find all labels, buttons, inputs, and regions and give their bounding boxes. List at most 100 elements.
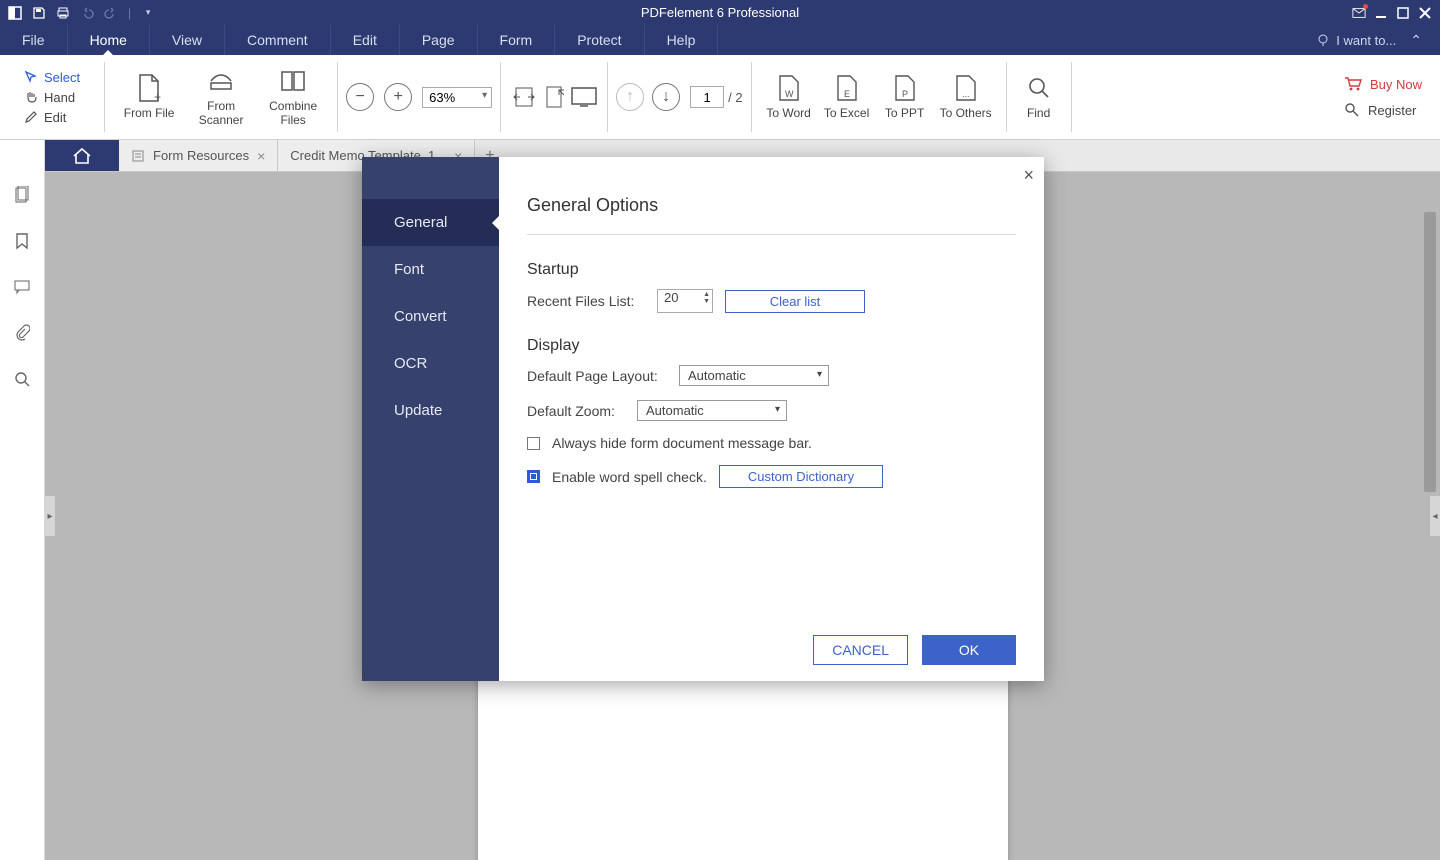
others-icon: ...	[951, 73, 981, 103]
fit-page-icon[interactable]	[539, 82, 569, 112]
qat-more-icon[interactable]: ▾	[141, 6, 155, 20]
file-plus-icon: +	[134, 73, 164, 103]
to-word-button[interactable]: W To Word	[760, 73, 818, 121]
spellcheck-checkbox[interactable]	[527, 470, 540, 483]
close-icon[interactable]	[1418, 6, 1432, 20]
svg-text:...: ...	[962, 89, 970, 99]
excel-icon: E	[832, 73, 862, 103]
sidebar-item-general[interactable]: General	[362, 199, 499, 246]
buy-now-button[interactable]: Buy Now	[1344, 76, 1422, 92]
register-button[interactable]: Register	[1344, 102, 1416, 118]
zoom-select[interactable]: 63%	[422, 87, 492, 108]
default-zoom-label: Default Zoom:	[527, 403, 625, 419]
zoom-value: 63%	[429, 90, 455, 105]
custom-dictionary-button[interactable]: Custom Dictionary	[719, 465, 883, 488]
svg-text:E: E	[844, 89, 850, 99]
fit-width-icon[interactable]	[509, 82, 539, 112]
save-icon[interactable]	[32, 6, 46, 20]
lightbulb-icon	[1316, 33, 1330, 47]
spinner-icon[interactable]: ▲▼	[703, 291, 710, 305]
undo-icon[interactable]	[80, 6, 94, 20]
to-others-label: To Others	[940, 107, 992, 121]
register-label: Register	[1368, 103, 1416, 118]
from-file-label: From File	[124, 107, 175, 121]
next-page-button[interactable]: ↓	[652, 83, 680, 111]
menu-protect[interactable]: Protect	[555, 25, 644, 55]
find-label: Find	[1027, 107, 1050, 121]
find-button[interactable]: Find	[1015, 73, 1063, 121]
bookmark-icon[interactable]	[12, 231, 32, 251]
clear-list-button[interactable]: Clear list	[725, 290, 865, 313]
titlebar-divider: |	[128, 6, 131, 20]
hide-msgbar-checkbox[interactable]	[527, 437, 540, 450]
tab-form-resources[interactable]: Form Resources ×	[119, 140, 278, 171]
menu-view[interactable]: View	[150, 25, 225, 55]
to-excel-button[interactable]: E To Excel	[818, 73, 876, 121]
menu-form[interactable]: Form	[478, 25, 556, 55]
page-number-input[interactable]	[690, 86, 724, 108]
menu-file[interactable]: File	[0, 25, 68, 55]
combine-files-button[interactable]: Combine Files	[257, 66, 329, 128]
maximize-icon[interactable]	[1396, 6, 1410, 20]
hand-label: Hand	[44, 90, 75, 105]
sidebar-item-convert[interactable]: Convert	[362, 293, 499, 340]
menu-page[interactable]: Page	[400, 25, 478, 55]
sidebar-item-update[interactable]: Update	[362, 387, 499, 434]
ok-button[interactable]: OK	[922, 635, 1016, 665]
mail-icon[interactable]	[1352, 6, 1366, 20]
from-scanner-button[interactable]: From Scanner	[185, 66, 257, 128]
redo-icon[interactable]	[104, 6, 118, 20]
from-file-button[interactable]: + From File	[113, 73, 185, 121]
home-tab[interactable]	[45, 140, 119, 171]
zoom-out-button[interactable]: −	[346, 83, 374, 111]
dialog-close-icon[interactable]: ×	[1023, 165, 1034, 186]
sidebar-item-ocr[interactable]: OCR	[362, 340, 499, 387]
print-icon[interactable]	[56, 6, 70, 20]
i-want-to[interactable]: I want to...	[1316, 33, 1396, 48]
collapse-ribbon-icon[interactable]: ⌃	[1410, 32, 1422, 49]
zoom-in-button[interactable]: +	[384, 83, 412, 111]
ribbon-sep	[500, 62, 501, 132]
to-word-label: To Word	[766, 107, 810, 121]
scrollbar-thumb[interactable]	[1424, 212, 1436, 492]
edit-label: Edit	[44, 110, 66, 125]
form-tab-icon	[131, 149, 145, 163]
close-tab-icon[interactable]: ×	[257, 148, 265, 164]
tab-form-resources-label: Form Resources	[153, 148, 249, 163]
select-tool[interactable]: Select	[24, 70, 80, 85]
recent-files-input[interactable]: 20 ▲▼	[657, 289, 713, 313]
search-panel-icon[interactable]	[12, 369, 32, 389]
cancel-button[interactable]: CANCEL	[813, 635, 908, 665]
left-nav-panel	[0, 140, 45, 860]
to-ppt-label: To PPT	[885, 107, 924, 121]
expand-left-handle[interactable]: ▸	[45, 496, 55, 536]
menu-edit[interactable]: Edit	[331, 25, 400, 55]
edit-tool[interactable]: Edit	[24, 110, 80, 125]
page-layout-select[interactable]: Automatic	[679, 365, 829, 386]
buy-now-label: Buy Now	[1370, 77, 1422, 92]
minimize-icon[interactable]	[1374, 6, 1388, 20]
expand-right-handle[interactable]: ◂	[1430, 496, 1440, 536]
startup-heading: Startup	[527, 261, 1016, 279]
default-zoom-select[interactable]: Automatic	[637, 400, 787, 421]
menu-home[interactable]: Home	[68, 25, 150, 55]
dialog-title: General Options	[527, 195, 1016, 216]
to-ppt-button[interactable]: P To PPT	[876, 73, 934, 121]
menu-comment[interactable]: Comment	[225, 25, 331, 55]
select-label: Select	[44, 70, 80, 85]
spellcheck-label: Enable word spell check.	[552, 469, 707, 485]
fullscreen-icon[interactable]	[569, 82, 599, 112]
hand-tool[interactable]: Hand	[24, 90, 80, 105]
ribbon-sep	[337, 62, 338, 132]
display-heading: Display	[527, 337, 1016, 355]
comment-icon[interactable]	[12, 277, 32, 297]
sidebar-item-font[interactable]: Font	[362, 246, 499, 293]
attachment-icon[interactable]	[12, 323, 32, 343]
menu-help[interactable]: Help	[645, 25, 719, 55]
thumbnails-icon[interactable]	[12, 185, 32, 205]
to-others-button[interactable]: ... To Others	[934, 73, 998, 121]
page-layout-label: Default Page Layout:	[527, 368, 667, 384]
hide-msgbar-label: Always hide form document message bar.	[552, 435, 812, 451]
dialog-sidebar: General Font Convert OCR Update	[362, 157, 499, 681]
pencil-icon	[24, 110, 38, 124]
